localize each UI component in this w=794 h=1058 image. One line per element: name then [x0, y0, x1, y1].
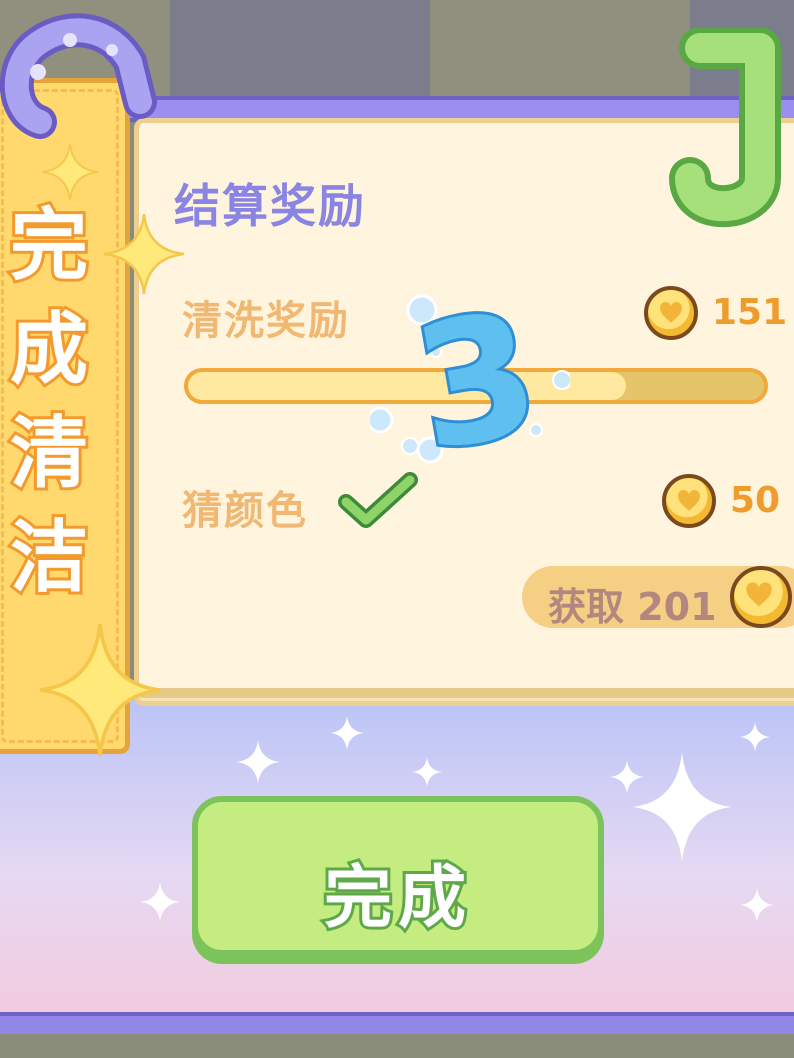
- bottom-rail: [0, 1012, 794, 1034]
- tag-char: 清: [7, 406, 91, 502]
- wash-reward-label: 清洗奖励: [182, 298, 350, 344]
- tag-char: 完: [7, 198, 91, 294]
- sparkle-icon: [330, 716, 364, 750]
- tag-char: 成: [7, 302, 91, 398]
- sparkle-icon: [610, 760, 644, 794]
- tag-text: 完 成 清 洁: [0, 194, 104, 610]
- check-icon: [338, 472, 418, 528]
- sparkle-icon: [140, 882, 180, 922]
- tag-char: 洁: [7, 510, 91, 606]
- done-button-label: 完成: [321, 856, 472, 941]
- heart-icon: [746, 582, 772, 607]
- coin-icon: [662, 474, 716, 528]
- bottom-strip: [0, 1034, 794, 1058]
- sparkle-icon: [40, 623, 160, 757]
- sparkle-icon: [412, 757, 442, 787]
- sparkle-icon: [236, 740, 280, 784]
- panel-bottom-edge: [134, 688, 794, 698]
- sparkle-icon: [104, 214, 184, 294]
- guess-color-label: 猜颜色: [182, 488, 308, 534]
- sparkle-icon: [632, 752, 732, 862]
- sparkle-icon: [42, 144, 98, 200]
- heart-icon: [678, 490, 700, 511]
- guess-color-amount: 50: [730, 480, 781, 521]
- claim-label: 获取 201: [548, 585, 717, 629]
- sparkle-icon: [740, 722, 770, 752]
- heart-icon: [660, 302, 682, 323]
- green-hook-icon: [669, 28, 781, 228]
- done-button[interactable]: 完成: [192, 796, 604, 956]
- purple-hook-icon: [0, 13, 157, 139]
- wash-reward-amount: 151: [712, 292, 788, 333]
- panel-title: 结算奖励: [174, 179, 366, 233]
- coin-icon: [644, 286, 698, 340]
- sparkle-icon: [740, 888, 774, 922]
- coin-icon: [730, 566, 792, 628]
- combo-number: 3: [370, 290, 570, 480]
